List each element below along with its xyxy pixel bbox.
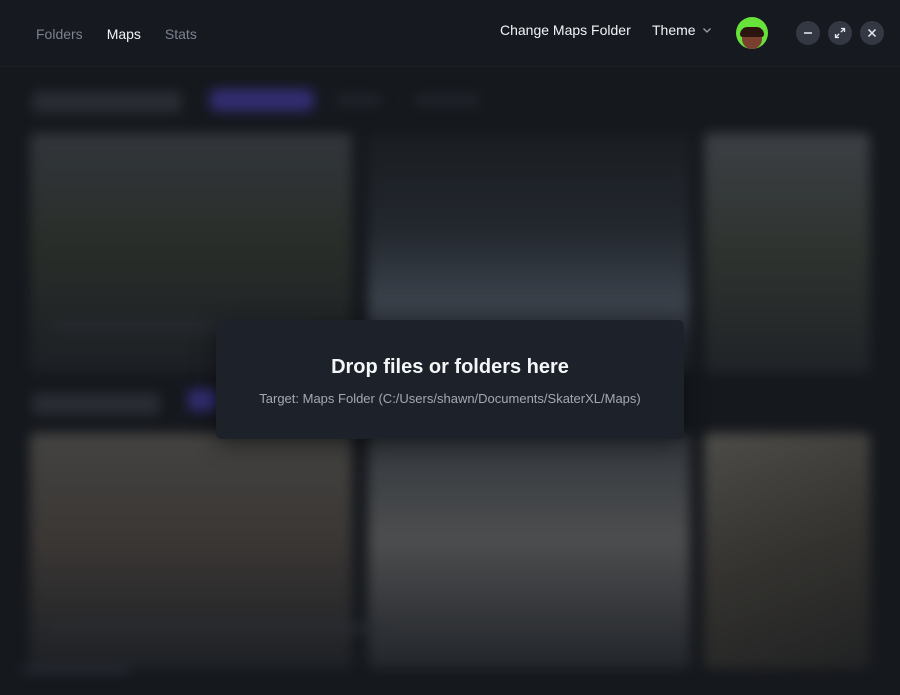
drop-zone-title: Drop files or folders here: [331, 356, 569, 378]
nav-item-stats[interactable]: Stats: [165, 26, 197, 42]
main-nav: Folders Maps Stats: [36, 26, 197, 42]
top-bar: Folders Maps Stats Change Maps Folder Th…: [0, 0, 900, 67]
minimize-icon: [804, 32, 812, 34]
accent-pill: [210, 89, 314, 111]
nav-item-maps[interactable]: Maps: [107, 26, 141, 42]
maximize-button[interactable]: [828, 21, 852, 45]
map-card: [704, 133, 870, 373]
section-heading-placeholder: [32, 91, 182, 113]
maximize-icon: [834, 27, 846, 39]
change-maps-folder-button[interactable]: Change Maps Folder: [500, 22, 631, 38]
minimize-button[interactable]: [796, 21, 820, 45]
map-card: [368, 433, 690, 669]
theme-label: Theme: [652, 22, 696, 38]
drop-zone-target: Target: Maps Folder (C:/Users/shawn/Docu…: [259, 391, 641, 406]
drop-zone-panel[interactable]: Drop files or folders here Target: Maps …: [216, 320, 684, 439]
chevron-down-icon: [702, 28, 711, 33]
avatar[interactable]: [736, 17, 768, 49]
map-card: [704, 433, 870, 669]
nav-item-folders[interactable]: Folders: [36, 26, 83, 42]
map-card: [30, 433, 352, 669]
theme-dropdown[interactable]: Theme: [652, 22, 712, 38]
close-button[interactable]: [860, 21, 884, 45]
close-icon: [867, 28, 877, 38]
section-heading-placeholder: [32, 393, 160, 415]
